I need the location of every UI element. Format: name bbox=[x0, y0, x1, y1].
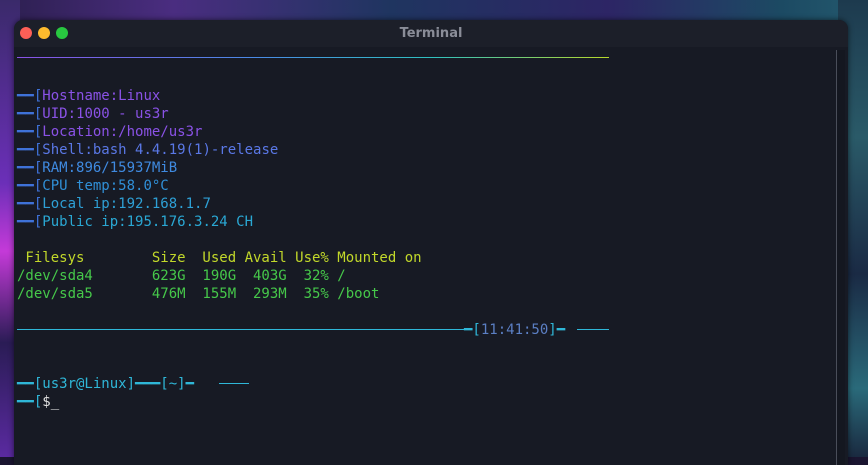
disk-table-header: Filesys Size Used Avail Use% Mounted on bbox=[17, 250, 422, 266]
prompt-tail-line bbox=[219, 383, 249, 384]
info-line-uid: ━━[UID:1000 - us3r bbox=[17, 106, 169, 122]
prompt-symbol: $ bbox=[42, 394, 51, 410]
disk-table-row: /dev/sda5 476M 155M 293M 35% /boot bbox=[17, 286, 380, 302]
info-line-hostname: ━━[Hostname:Linux bbox=[17, 88, 161, 104]
info-line-shell: ━━[Shell:bash 4.4.19(1)-release bbox=[17, 142, 279, 158]
info-line-location: ━━[Location:/home/us3r bbox=[17, 124, 203, 140]
clock-display: ━[11:41:50]━ bbox=[464, 322, 566, 338]
info-line-public-ip: ━━[Public ip:195.176.3.24 CH bbox=[17, 214, 254, 230]
scrollbar[interactable] bbox=[836, 50, 845, 465]
terminal-content[interactable]: ━━[Hostname:Linux ━━[UID:1000 - us3r ━━[… bbox=[14, 47, 834, 465]
cursor: _ bbox=[50, 394, 60, 410]
disk-table-row: /dev/sda4 623G 190G 403G 32% / bbox=[17, 268, 346, 284]
info-line-ram: ━━[RAM:896/15937MiB bbox=[17, 160, 178, 176]
prompt-user-host: ━━[us3r@Linux]━ bbox=[17, 376, 144, 392]
info-line-local-ip: ━━[Local ip:192.168.1.7 bbox=[17, 196, 211, 212]
gradient-divider bbox=[17, 57, 609, 58]
clock-divider-left bbox=[17, 329, 469, 330]
window-title: Terminal bbox=[399, 26, 463, 41]
clock-divider-right bbox=[577, 329, 609, 330]
prompt-line-2[interactable]: ━━[$_ bbox=[17, 393, 59, 411]
prompt-cwd: ━━[~]━ bbox=[143, 376, 195, 392]
prompt-line-1: ━━[us3r@Linux]━━━[~]━ bbox=[17, 375, 194, 393]
title-bar[interactable]: Terminal bbox=[14, 20, 848, 47]
info-line-cpu-temp: ━━[CPU temp:58.0°C bbox=[17, 178, 169, 194]
clock-time: 11:41:50 bbox=[480, 322, 549, 338]
terminal-window[interactable]: Terminal ━━[Hostname:Linux ━━[UID:1000 -… bbox=[14, 20, 848, 465]
